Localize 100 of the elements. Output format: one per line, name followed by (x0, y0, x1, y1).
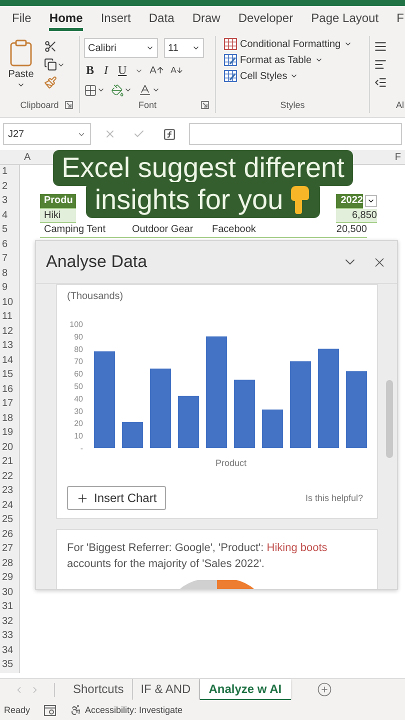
table-cell: Hiki (40, 208, 76, 223)
caret-icon[interactable] (192, 44, 200, 52)
row-number[interactable]: 23 (0, 484, 20, 498)
row-number[interactable]: 27 (0, 542, 20, 556)
row-number[interactable]: 1 (0, 165, 20, 180)
row-number[interactable]: 21 (0, 455, 20, 470)
row-number[interactable]: 6 (0, 238, 20, 252)
fill-color-icon[interactable] (111, 84, 132, 96)
accessibility-status[interactable]: Accessibility: Investigate (85, 705, 183, 715)
row-number[interactable]: 20 (0, 440, 20, 455)
ribbon-tab[interactable]: F (396, 7, 404, 31)
row-number[interactable]: 34 (0, 644, 20, 658)
caret-icon[interactable] (314, 56, 323, 64)
insert-function-icon[interactable] (163, 128, 176, 140)
table-brush-icon (224, 54, 237, 66)
styles-command[interactable]: Cell Styles (224, 70, 352, 82)
dialog-launcher-icon[interactable] (201, 101, 209, 109)
row-number[interactable]: 14 (0, 354, 20, 368)
caret-icon[interactable] (344, 40, 352, 48)
row-number[interactable]: 25 (0, 513, 20, 528)
row-number[interactable]: 33 (0, 629, 20, 644)
row-number[interactable]: 30 (0, 586, 20, 600)
bar (262, 410, 283, 448)
row-number[interactable]: 26 (0, 528, 20, 542)
status-text: Ready (4, 705, 30, 715)
styles-command[interactable]: Format as Table (224, 54, 352, 66)
styles-command[interactable]: Conditional Formatting (224, 38, 352, 50)
row-number[interactable]: 5 (0, 223, 20, 238)
tick-label: 100 (70, 320, 83, 329)
ribbon-tab[interactable]: File (12, 7, 32, 31)
font-size-dropdown[interactable]: 11 (164, 38, 204, 58)
format-button[interactable]: U (116, 63, 129, 78)
format-button[interactable]: I (102, 63, 110, 78)
ribbon-tab[interactable]: Developer (238, 7, 294, 31)
sheet-tab[interactable]: Analyze w AI (200, 678, 291, 700)
row-number[interactable]: 24 (0, 498, 20, 513)
tick-label: 30 (74, 406, 83, 416)
tick-label: 40 (74, 394, 83, 404)
ribbon-tab[interactable]: Page Layout (311, 7, 379, 31)
table-cell: Facebook (208, 223, 288, 238)
insert-chart-button[interactable]: Insert Chart (67, 486, 166, 510)
row-number[interactable]: 15 (0, 368, 20, 382)
row-number[interactable]: 10 (0, 296, 20, 310)
format-button[interactable]: B (84, 63, 96, 78)
feedback-link[interactable]: Is this helpful? (305, 493, 367, 503)
row-number[interactable]: 7 (0, 252, 20, 266)
row-number[interactable]: 29 (0, 571, 20, 586)
formula-field[interactable] (189, 123, 402, 145)
add-sheet-icon[interactable] (316, 682, 332, 697)
borders-icon[interactable] (84, 84, 105, 96)
group-label: Clipboard (20, 100, 59, 110)
row-number[interactable]: 31 (0, 600, 20, 614)
row-number[interactable]: 12 (0, 324, 20, 339)
tick-label: 80 (74, 344, 83, 354)
table-cell: 6,850 (336, 208, 377, 223)
row-number[interactable]: 13 (0, 339, 20, 354)
font-color-icon[interactable] (138, 83, 160, 97)
row-number[interactable]: 3 (0, 194, 20, 208)
axis-unit-label: (Thousands) (67, 291, 124, 302)
accessibility-icon[interactable] (70, 704, 82, 716)
column-header-cell: 2022 (336, 194, 363, 208)
column-header[interactable]: A (24, 152, 31, 162)
macro-record-icon[interactable] (44, 704, 56, 716)
row-number[interactable]: 16 (0, 382, 20, 397)
highlight-table-icon (224, 38, 237, 50)
column-header[interactable]: F (394, 152, 401, 162)
row-number[interactable]: 28 (0, 556, 20, 571)
row-number[interactable]: 32 (0, 614, 20, 629)
ribbon-tab[interactable]: Insert (100, 7, 131, 31)
row-number[interactable]: 19 (0, 426, 20, 440)
name-box[interactable]: J27 (3, 123, 91, 145)
row-number[interactable]: 11 (0, 310, 20, 324)
group-label: Font (138, 100, 156, 110)
row-number[interactable]: 9 (0, 281, 20, 296)
table-cell: Camping Tent (40, 223, 128, 238)
row-number[interactable]: 18 (0, 412, 20, 426)
ribbon-tab[interactable]: Data (148, 7, 174, 31)
plus-icon (76, 492, 89, 504)
caret-icon[interactable] (290, 72, 298, 80)
group-label: Al (396, 100, 404, 110)
ribbon-tab[interactable]: Draw (192, 7, 220, 31)
copy-icon[interactable] (44, 58, 65, 71)
row-number[interactable]: 17 (0, 397, 20, 412)
caret-icon[interactable] (146, 44, 154, 52)
row-number[interactable]: 8 (0, 266, 20, 281)
row-number[interactable]: 22 (0, 470, 20, 484)
decrease-indent-icon[interactable] (374, 76, 387, 89)
tick-label: 10 (74, 432, 83, 441)
row-number[interactable]: 2 (0, 180, 20, 194)
row-number[interactable]: 35 (0, 658, 20, 672)
cell-brush-icon (224, 70, 237, 82)
paste-button[interactable]: Paste (4, 38, 38, 89)
font-name-dropdown[interactable]: Calibri (84, 38, 158, 58)
align-left-icon[interactable] (374, 58, 387, 71)
scrollbar-thumb[interactable] (386, 380, 392, 458)
dialog-launcher-icon[interactable] (65, 101, 73, 109)
align-top-icon[interactable] (374, 40, 387, 53)
bar (178, 396, 199, 448)
row-number[interactable]: 4 (0, 208, 20, 223)
caret-icon[interactable] (17, 81, 25, 89)
